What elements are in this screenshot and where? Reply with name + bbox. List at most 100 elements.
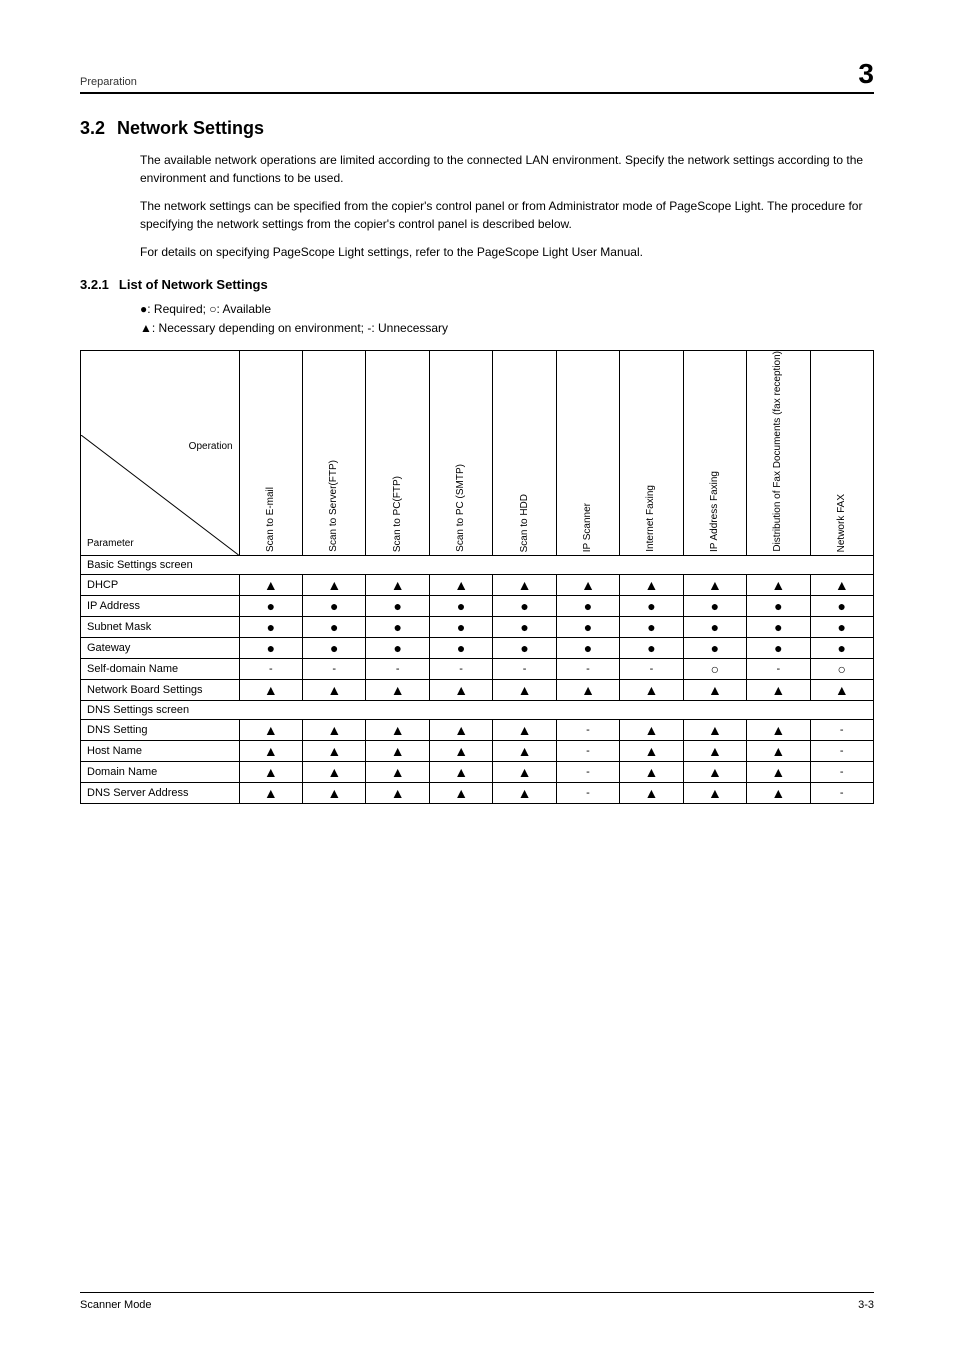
table-section-header: DNS Settings screen	[81, 701, 874, 720]
row-cell-5: -	[556, 783, 619, 804]
row-cell-0: ▲	[239, 680, 302, 701]
col-header-text-1: Scan to Server(FTP)	[328, 460, 340, 552]
row-cell-8: ●	[747, 638, 810, 659]
table-header-row: Operation Parameter Scan to E-mail Scan …	[81, 351, 874, 556]
table-row: Gateway●●●●●●●●●●	[81, 638, 874, 659]
row-cell-9: -	[810, 741, 873, 762]
section-paragraph2: The network settings can be specified fr…	[140, 197, 874, 233]
row-cell-6: ▲	[620, 762, 683, 783]
row-cell-1: ▲	[303, 783, 366, 804]
col-header-text-6: Internet Faxing	[645, 485, 657, 552]
row-cell-4: ●	[493, 617, 556, 638]
row-cell-2: ▲	[366, 783, 429, 804]
row-cell-4: -	[493, 659, 556, 680]
row-cell-3: ▲	[429, 575, 492, 596]
footer-right: 3-3	[858, 1299, 874, 1311]
legend-required: ●: Required; ○: Available	[140, 300, 874, 319]
diagonal-line-icon	[81, 435, 239, 555]
row-cell-3: -	[429, 659, 492, 680]
col-header-6: Internet Faxing	[620, 351, 683, 556]
col-header-0: Scan to E-mail	[239, 351, 302, 556]
row-cell-7: ○	[683, 659, 746, 680]
row-cell-1: ●	[303, 638, 366, 659]
legend-necessary: ▲: Necessary depending on environment; -…	[140, 319, 874, 338]
header-chapter: 3	[858, 60, 874, 88]
row-cell-5: -	[556, 741, 619, 762]
row-cell-3: ▲	[429, 762, 492, 783]
row-label: Host Name	[81, 741, 240, 762]
row-cell-2: -	[366, 659, 429, 680]
col-header-8: Distribution of Fax Documents (fax recep…	[747, 351, 810, 556]
row-cell-6: -	[620, 659, 683, 680]
row-cell-0: ●	[239, 638, 302, 659]
row-cell-7: ▲	[683, 680, 746, 701]
row-cell-8: ▲	[747, 783, 810, 804]
row-cell-5: ●	[556, 617, 619, 638]
subsection-number: 3.2.1	[80, 277, 109, 292]
row-cell-0: ●	[239, 596, 302, 617]
table-row: Network Board Settings▲▲▲▲▲▲▲▲▲▲	[81, 680, 874, 701]
row-cell-2: ●	[366, 596, 429, 617]
row-cell-9: -	[810, 720, 873, 741]
network-settings-table: Operation Parameter Scan to E-mail Scan …	[80, 350, 874, 804]
section-paragraph3: For details on specifying PageScope Ligh…	[140, 243, 874, 261]
table-corner-cell: Operation Parameter	[81, 351, 240, 556]
row-cell-9: ○	[810, 659, 873, 680]
row-cell-9: ▲	[810, 575, 873, 596]
legend1: ●: Required; ○: Available ▲: Necessary d…	[140, 300, 874, 338]
section-title: 3.2 Network Settings	[80, 118, 874, 139]
row-cell-0: ▲	[239, 575, 302, 596]
row-cell-5: -	[556, 762, 619, 783]
row-cell-5: -	[556, 659, 619, 680]
col-header-text-5: IP Scanner	[582, 503, 594, 552]
row-cell-0: ▲	[239, 720, 302, 741]
corner-top-text: Operation	[189, 441, 233, 452]
subsection-title-text: List of Network Settings	[119, 277, 268, 292]
row-cell-3: ▲	[429, 720, 492, 741]
row-cell-6: ▲	[620, 680, 683, 701]
row-cell-8: ▲	[747, 762, 810, 783]
row-cell-6: ▲	[620, 783, 683, 804]
section-number: 3.2	[80, 118, 105, 139]
row-cell-9: ●	[810, 638, 873, 659]
row-cell-8: -	[747, 659, 810, 680]
row-cell-4: ▲	[493, 680, 556, 701]
row-cell-4: ▲	[493, 762, 556, 783]
table-body: Basic Settings screenDHCP▲▲▲▲▲▲▲▲▲▲IP Ad…	[81, 556, 874, 804]
row-cell-4: ▲	[493, 575, 556, 596]
row-cell-8: ▲	[747, 575, 810, 596]
row-cell-0: ▲	[239, 762, 302, 783]
row-cell-8: ▲	[747, 741, 810, 762]
table-row: DHCP▲▲▲▲▲▲▲▲▲▲	[81, 575, 874, 596]
col-header-text-4: Scan to HDD	[519, 494, 531, 552]
row-cell-7: ●	[683, 617, 746, 638]
row-cell-7: ▲	[683, 741, 746, 762]
section-title-text: Network Settings	[117, 118, 264, 139]
row-cell-2: ▲	[366, 762, 429, 783]
row-cell-8: ▲	[747, 720, 810, 741]
row-cell-3: ▲	[429, 741, 492, 762]
row-cell-9: ▲	[810, 680, 873, 701]
row-cell-7: ▲	[683, 720, 746, 741]
row-cell-8: ●	[747, 617, 810, 638]
row-cell-4: ●	[493, 638, 556, 659]
col-header-text-2: Scan to PC(FTP)	[392, 476, 404, 552]
col-header-text-0: Scan to E-mail	[265, 487, 277, 552]
row-cell-9: ●	[810, 596, 873, 617]
row-cell-6: ▲	[620, 575, 683, 596]
row-label: Domain Name	[81, 762, 240, 783]
subsection-title: 3.2.1 List of Network Settings	[80, 277, 874, 292]
table-row: Domain Name▲▲▲▲▲-▲▲▲-	[81, 762, 874, 783]
row-cell-3: ●	[429, 638, 492, 659]
row-label: IP Address	[81, 596, 240, 617]
corner-bottom-text: Parameter	[87, 538, 134, 549]
row-cell-3: ●	[429, 617, 492, 638]
row-cell-1: ▲	[303, 680, 366, 701]
row-cell-2: ▲	[366, 680, 429, 701]
section-paragraph1: The available network operations are lim…	[140, 151, 874, 187]
col-header-4: Scan to HDD	[493, 351, 556, 556]
row-cell-8: ●	[747, 596, 810, 617]
row-cell-6: ▲	[620, 741, 683, 762]
row-cell-7: ▲	[683, 762, 746, 783]
col-header-text-8: Distribution of Fax Documents (fax recep…	[772, 351, 784, 552]
